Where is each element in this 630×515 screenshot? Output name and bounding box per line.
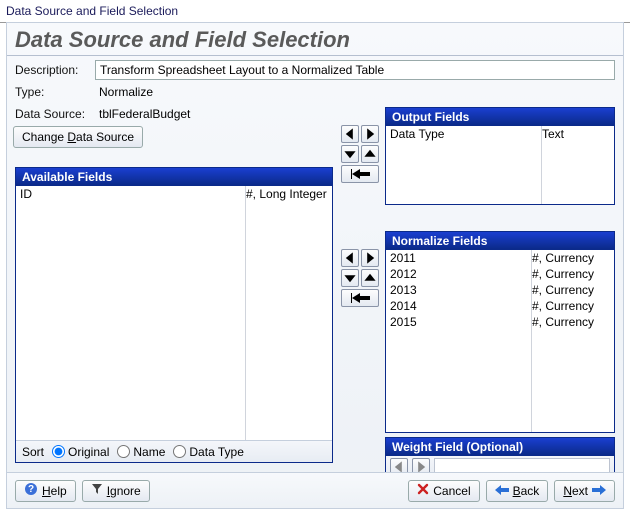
- field-type: #, Currency: [532, 266, 614, 282]
- normalize-fields-list[interactable]: 2011#, Currency2012#, Currency2013#, Cur…: [386, 250, 614, 432]
- field-name: 2012: [386, 266, 532, 282]
- sort-name-radio[interactable]: Name: [117, 445, 165, 459]
- help-icon: ?: [24, 482, 38, 499]
- cancel-button[interactable]: Cancel: [408, 480, 479, 502]
- sort-data-type-radio[interactable]: Data Type: [173, 445, 243, 459]
- sort-bar: Sort Original Name Data Type: [16, 440, 332, 462]
- arrow-left-icon: [495, 484, 509, 498]
- move-up-button[interactable]: [361, 145, 379, 163]
- list-item[interactable]: 2011#, Currency: [386, 250, 614, 266]
- data-source-value: tblFederalBudget: [95, 107, 335, 121]
- help-button[interactable]: ? Help: [15, 480, 76, 502]
- description-label: Description:: [15, 63, 95, 77]
- output-arrow-pad: [341, 125, 381, 183]
- back-button[interactable]: Back: [486, 480, 549, 502]
- list-item[interactable]: Data TypeText: [386, 126, 614, 142]
- arrow-right-icon: [592, 484, 606, 498]
- dialog-body: Data Source and Field Selection Descript…: [6, 22, 624, 509]
- dialog-button-bar: ? Help Ignore Cancel Back Next: [7, 472, 623, 508]
- move-right-button[interactable]: [361, 249, 379, 267]
- sort-name-input[interactable]: [117, 445, 130, 458]
- move-left-button[interactable]: [341, 249, 359, 267]
- move-right-button[interactable]: [361, 125, 379, 143]
- next-button[interactable]: Next: [554, 480, 615, 502]
- field-name: 2013: [386, 282, 532, 298]
- output-fields-list[interactable]: Data TypeText: [386, 126, 614, 204]
- column-divider: [541, 126, 542, 204]
- help-label: Help: [42, 484, 67, 498]
- ignore-label: Ignore: [107, 484, 141, 498]
- data-source-label: Data Source:: [15, 107, 95, 121]
- field-type: #, Currency: [532, 250, 614, 266]
- description-input[interactable]: [95, 60, 615, 80]
- move-left-button[interactable]: [341, 125, 359, 143]
- list-item[interactable]: 2015#, Currency: [386, 314, 614, 330]
- field-type: #, Currency: [532, 282, 614, 298]
- available-fields-header: Available Fields: [16, 168, 332, 186]
- field-name: 2011: [386, 250, 532, 266]
- ignore-button[interactable]: Ignore: [82, 480, 150, 502]
- field-name: ID: [16, 186, 246, 202]
- available-fields-list[interactable]: ID#, Long Integer: [16, 186, 332, 440]
- filter-icon: [91, 483, 103, 498]
- list-item[interactable]: 2014#, Currency: [386, 298, 614, 314]
- list-item[interactable]: 2013#, Currency: [386, 282, 614, 298]
- normalize-fields-section: Normalize Fields 2011#, Currency2012#, C…: [385, 231, 615, 433]
- sort-label: Sort: [22, 445, 44, 459]
- change-data-source-button[interactable]: Change Data Source: [13, 126, 143, 148]
- type-label: Type:: [15, 85, 95, 99]
- sort-original-label: Original: [68, 445, 109, 459]
- weight-field-header: Weight Field (Optional): [386, 438, 614, 456]
- output-fields-section: Output Fields Data TypeText: [385, 107, 615, 205]
- field-type: #, Currency: [532, 314, 614, 330]
- move-down-button[interactable]: [341, 269, 359, 287]
- next-label: Next: [563, 484, 588, 498]
- move-all-left-button[interactable]: [341, 289, 379, 307]
- field-type: #, Currency: [532, 298, 614, 314]
- field-type: Text: [542, 126, 614, 142]
- normalize-arrow-pad: [341, 249, 381, 307]
- output-fields-header: Output Fields: [386, 108, 614, 126]
- window-caption: Data Source and Field Selection: [0, 0, 630, 22]
- page-title: Data Source and Field Selection: [7, 23, 623, 56]
- list-item[interactable]: ID#, Long Integer: [16, 186, 332, 202]
- back-label: Back: [513, 484, 540, 498]
- column-divider: [245, 186, 246, 440]
- normalize-fields-header: Normalize Fields: [386, 232, 614, 250]
- available-fields-section: Available Fields ID#, Long Integer Sort …: [15, 167, 333, 463]
- list-item[interactable]: 2012#, Currency: [386, 266, 614, 282]
- cancel-label: Cancel: [433, 484, 470, 498]
- sort-original-input[interactable]: [52, 445, 65, 458]
- sort-data-type-label: Data Type: [189, 445, 243, 459]
- move-up-button[interactable]: [361, 269, 379, 287]
- change-data-source-label: Change Data Source: [22, 130, 134, 144]
- column-divider: [531, 250, 532, 432]
- type-value: Normalize: [95, 85, 615, 99]
- field-name: 2015: [386, 314, 532, 330]
- svg-text:?: ?: [28, 484, 34, 495]
- sort-data-type-input[interactable]: [173, 445, 186, 458]
- sort-original-radio[interactable]: Original: [52, 445, 109, 459]
- move-all-left-button[interactable]: [341, 165, 379, 183]
- move-down-button[interactable]: [341, 145, 359, 163]
- sort-name-label: Name: [133, 445, 165, 459]
- field-type: #, Long Integer: [246, 186, 332, 202]
- close-icon: [417, 483, 429, 498]
- field-name: 2014: [386, 298, 532, 314]
- field-name: Data Type: [386, 126, 542, 142]
